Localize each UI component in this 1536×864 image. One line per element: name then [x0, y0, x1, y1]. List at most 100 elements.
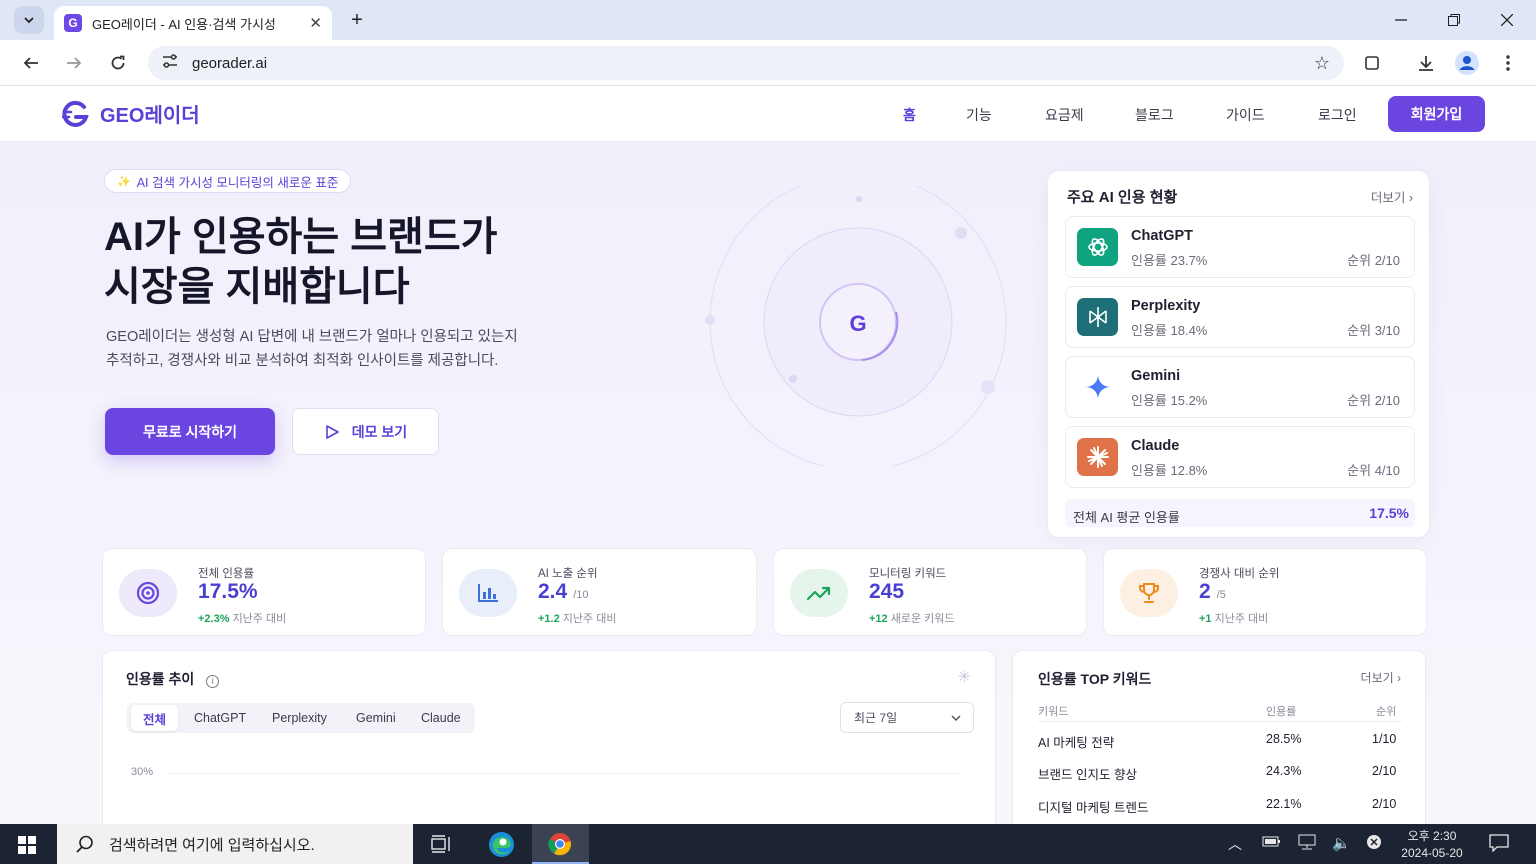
close-tab-icon[interactable]: ✕ — [309, 14, 322, 32]
period-select-value: 최근 7일 — [854, 711, 898, 725]
bar-chart-icon — [459, 569, 517, 617]
keyword-cell[interactable]: AI 마케팅 전략 — [1038, 732, 1114, 751]
nav-features[interactable]: 기능 — [966, 105, 992, 125]
trophy-icon — [1120, 569, 1178, 617]
demo-button-label: 데모 보기 — [351, 423, 408, 440]
chatgpt-icon — [1077, 228, 1118, 266]
ai-citation-card: 주요 AI 인용 현황 더보기 › ChatGPT 인용률 23.7% 순위 2… — [1047, 170, 1430, 538]
nav-blog[interactable]: 블로그 — [1135, 105, 1174, 125]
ai-row-perplexity[interactable]: Perplexity 인용률 18.4% 순위 3/10 — [1065, 286, 1415, 348]
keywords-more-link[interactable]: 더보기 › — [1361, 669, 1401, 686]
clock[interactable]: 오후 2:30 2024-05-20 — [1395, 828, 1469, 862]
nav-login[interactable]: 로그인 — [1318, 105, 1357, 125]
forward-icon[interactable] — [60, 49, 88, 77]
nav-pricing[interactable]: 요금제 — [1045, 105, 1084, 125]
col-header-rate: 인용률 — [1266, 706, 1297, 718]
ai-name: Claude — [1131, 438, 1180, 454]
rate-cell: 28.5% — [1266, 732, 1302, 746]
demo-button[interactable]: 데모 보기 — [292, 408, 439, 455]
ai-rate: 인용률 12.8% — [1131, 463, 1208, 478]
close-window-icon[interactable] — [1492, 6, 1522, 34]
chrome-taskbar-button[interactable] — [532, 824, 589, 864]
logo[interactable]: GEO레이더 — [62, 99, 200, 128]
site-nav: GEO레이더 홈 기능 요금제 블로그 가이드 로그인 회원가입 — [0, 86, 1536, 142]
sparkle-icon: ✨ — [117, 175, 131, 188]
taskbar-search-placeholder: 검색하려면 여기에 입력하십시오. — [109, 836, 315, 854]
period-select[interactable]: 최근 7일 — [840, 702, 974, 733]
ai-row-claude[interactable]: Claude 인용률 12.8% 순위 4/10 — [1065, 426, 1415, 488]
ai-card-title: 주요 AI 인용 현황 — [1067, 189, 1178, 206]
stat-value: 2.4/10 — [538, 580, 589, 603]
task-view-icon[interactable] — [431, 835, 453, 858]
nav-home[interactable]: 홈 — [903, 105, 916, 125]
stat-card-citation: 전체 인용률 17.5% +2.3% 지난주 대비 — [102, 548, 426, 636]
chip-chatgpt[interactable]: ChatGPT — [182, 705, 258, 731]
ai-name: Gemini — [1131, 368, 1181, 384]
notification-icon[interactable] — [1489, 834, 1509, 855]
ai-rank: 순위 2/10 — [1347, 253, 1400, 268]
network-icon[interactable] — [1297, 834, 1317, 853]
info-icon[interactable]: i — [206, 675, 220, 688]
bookmark-star-icon[interactable]: ☆ — [1314, 53, 1330, 74]
keyword-cell[interactable]: 디지털 마케팅 트렌드 — [1038, 797, 1148, 816]
ai-card-more-link[interactable]: 더보기 › — [1371, 187, 1413, 206]
stat-label: AI 노출 순위 — [538, 568, 598, 580]
ai-row-chatgpt[interactable]: ChatGPT 인용률 23.7% 순위 2/10 — [1065, 216, 1415, 278]
tray-overflow-icon[interactable]: ︿ — [1228, 834, 1242, 854]
stat-value: 2/5 — [1199, 580, 1226, 603]
stat-change: +1.2 지난주 대비 — [538, 613, 617, 625]
windows-start-icon[interactable] — [18, 836, 36, 859]
site-info-icon[interactable] — [162, 54, 178, 72]
windows-taskbar: 검색하려면 여기에 입력하십시오. ︿ 🔈 오후 2:30 2024-05-20 — [0, 824, 1536, 864]
ai-rank: 순위 4/10 — [1347, 463, 1400, 478]
stat-change: +2.3% 지난주 대비 — [198, 613, 287, 625]
chip-claude[interactable]: Claude — [409, 705, 473, 731]
start-free-button[interactable]: 무료로 시작하기 — [105, 408, 275, 455]
volume-icon[interactable]: 🔈 — [1332, 834, 1351, 852]
address-bar[interactable]: georader.ai ☆ — [148, 46, 1344, 80]
restore-icon[interactable] — [1439, 6, 1469, 34]
chip-all[interactable]: 전체 — [131, 705, 179, 731]
tab-search-chevron-icon[interactable] — [14, 6, 44, 34]
claude-icon — [1077, 438, 1118, 476]
profile-avatar-icon[interactable] — [1453, 49, 1481, 77]
col-header-keyword: 키워드 — [1038, 706, 1069, 718]
back-icon[interactable] — [17, 49, 45, 77]
orbit-center-logo: G — [849, 311, 867, 336]
gemini-icon — [1077, 368, 1118, 406]
stat-card-competitor: 경쟁사 대비 순위 2/5 +1 지난주 대비 — [1103, 548, 1427, 636]
reload-icon[interactable] — [104, 49, 132, 77]
new-tab-icon[interactable]: + — [342, 6, 372, 34]
search-icon — [76, 835, 93, 853]
download-icon[interactable] — [1412, 49, 1440, 77]
hero-title: AI가 인용하는 브랜드가 시장을 지배합니다 — [104, 212, 624, 312]
average-label: 전체 AI 평균 인용률 — [1073, 510, 1180, 525]
top-keywords-card: 인용률 TOP 키워드 더보기 › 키워드 인용률 순위 AI 마케팅 전략 2… — [1012, 650, 1426, 824]
stat-card-rank: AI 노출 순위 2.4/10 +1.2 지난주 대비 — [442, 548, 757, 636]
edge-browser-icon[interactable] — [488, 831, 515, 863]
battery-icon[interactable] — [1262, 834, 1282, 851]
ai-name: ChatGPT — [1131, 228, 1194, 244]
ai-row-gemini[interactable]: Gemini 인용률 15.2% 순위 2/10 — [1065, 356, 1415, 418]
ai-rate: 인용률 23.7% — [1131, 253, 1208, 268]
status-muted-icon[interactable] — [1366, 834, 1382, 853]
browser-tab-strip: G GEO레이더 - AI 인용·검색 가시성 ✕ + — [0, 0, 1536, 40]
play-icon — [325, 424, 339, 439]
nav-guide[interactable]: 가이드 — [1226, 105, 1265, 125]
y-axis-tick: 30% — [131, 766, 154, 778]
stat-change: +12 새로운 키워드 — [869, 613, 955, 625]
rate-cell: 24.3% — [1266, 764, 1302, 778]
chip-gemini[interactable]: Gemini — [344, 705, 408, 731]
tab-search-icon[interactable] — [1358, 49, 1386, 77]
chip-perplexity[interactable]: Perplexity — [260, 705, 339, 731]
keyword-cell[interactable]: 브랜드 인지도 향상 — [1038, 764, 1137, 783]
signup-button[interactable]: 회원가입 — [1388, 96, 1485, 132]
col-header-rank: 순위 — [1376, 706, 1397, 718]
minimize-icon[interactable] — [1386, 6, 1416, 34]
menu-kebab-icon[interactable] — [1494, 49, 1522, 77]
chrome-icon — [548, 833, 572, 856]
citation-trend-card: 인용률 추이 i ✳ 전체 ChatGPT Perplexity Gemini … — [102, 650, 996, 824]
stat-label: 모니터링 키워드 — [869, 568, 947, 580]
taskbar-search-box[interactable]: 검색하려면 여기에 입력하십시오. — [57, 824, 413, 864]
browser-tab[interactable]: G GEO레이더 - AI 인용·검색 가시성 ✕ — [54, 6, 332, 40]
